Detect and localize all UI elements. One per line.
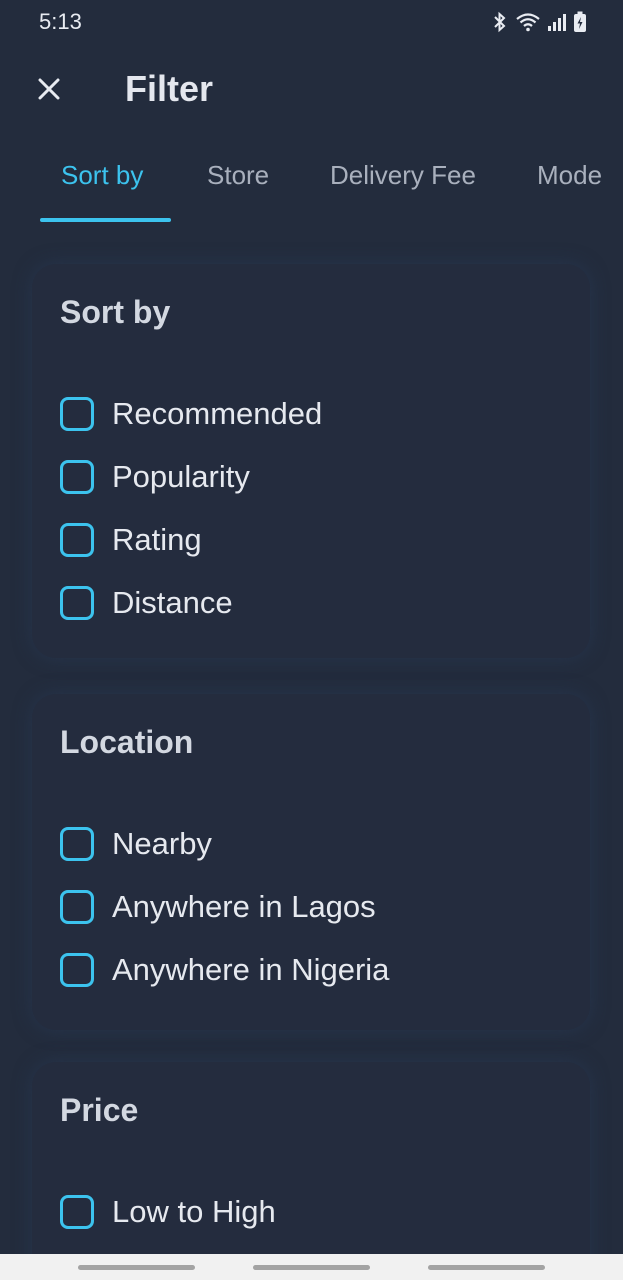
tab-store[interactable]: Store (207, 160, 269, 191)
active-tab-indicator (40, 218, 171, 222)
bluetooth-icon (491, 11, 509, 33)
option-label: Recommended (112, 396, 323, 431)
option-label: Nearby (112, 826, 212, 861)
tab-bar: Sort by Store Delivery Fee Mode (0, 150, 623, 226)
close-button[interactable] (30, 72, 68, 110)
option-label: Distance (112, 585, 233, 620)
location-section: Location Nearby Anywhere in Lagos Anywhe… (32, 694, 590, 1030)
page-title: Filter (125, 68, 214, 109)
close-icon (38, 78, 60, 104)
status-icons (491, 11, 587, 33)
section-title: Price (60, 1092, 139, 1128)
system-nav-bar (0, 1254, 623, 1280)
wifi-icon (515, 12, 541, 32)
sort-by-section: Sort by Recommended Popularity Rating Di… (32, 264, 590, 658)
checkbox[interactable] (60, 460, 94, 494)
checkbox[interactable] (60, 523, 94, 557)
section-title: Sort by (60, 294, 171, 330)
header: Filter (0, 60, 623, 122)
option-popularity[interactable]: Popularity (60, 457, 250, 497)
price-section: Price Low to High (32, 1062, 590, 1280)
tab-sort-by[interactable]: Sort by (61, 160, 143, 191)
option-recommended[interactable]: Recommended (60, 394, 322, 434)
checkbox[interactable] (60, 1195, 94, 1229)
checkbox[interactable] (60, 953, 94, 987)
nav-recents-handle[interactable] (78, 1265, 195, 1270)
signal-icon (547, 12, 567, 32)
battery-charging-icon (573, 11, 587, 33)
tab-mode[interactable]: Mode (537, 160, 602, 191)
tab-delivery-fee[interactable]: Delivery Fee (330, 160, 476, 191)
checkbox[interactable] (60, 586, 94, 620)
checkbox[interactable] (60, 397, 94, 431)
status-time: 5:13 (39, 9, 82, 34)
option-label: Rating (112, 522, 202, 557)
option-label: Popularity (112, 459, 250, 494)
option-label: Anywhere in Lagos (112, 889, 376, 924)
nav-back-handle[interactable] (428, 1265, 545, 1270)
option-anywhere-in-nigeria[interactable]: Anywhere in Nigeria (60, 950, 389, 990)
option-label: Anywhere in Nigeria (112, 952, 390, 987)
option-rating[interactable]: Rating (60, 520, 202, 560)
option-label: Low to High (112, 1194, 276, 1229)
option-distance[interactable]: Distance (60, 583, 233, 623)
nav-home-handle[interactable] (253, 1265, 370, 1270)
checkbox[interactable] (60, 827, 94, 861)
option-anywhere-in-lagos[interactable]: Anywhere in Lagos (60, 887, 376, 927)
section-title: Location (60, 724, 194, 760)
option-low-to-high[interactable]: Low to High (60, 1192, 276, 1232)
status-bar: 5:13 (0, 0, 623, 44)
checkbox[interactable] (60, 890, 94, 924)
option-nearby[interactable]: Nearby (60, 824, 212, 864)
